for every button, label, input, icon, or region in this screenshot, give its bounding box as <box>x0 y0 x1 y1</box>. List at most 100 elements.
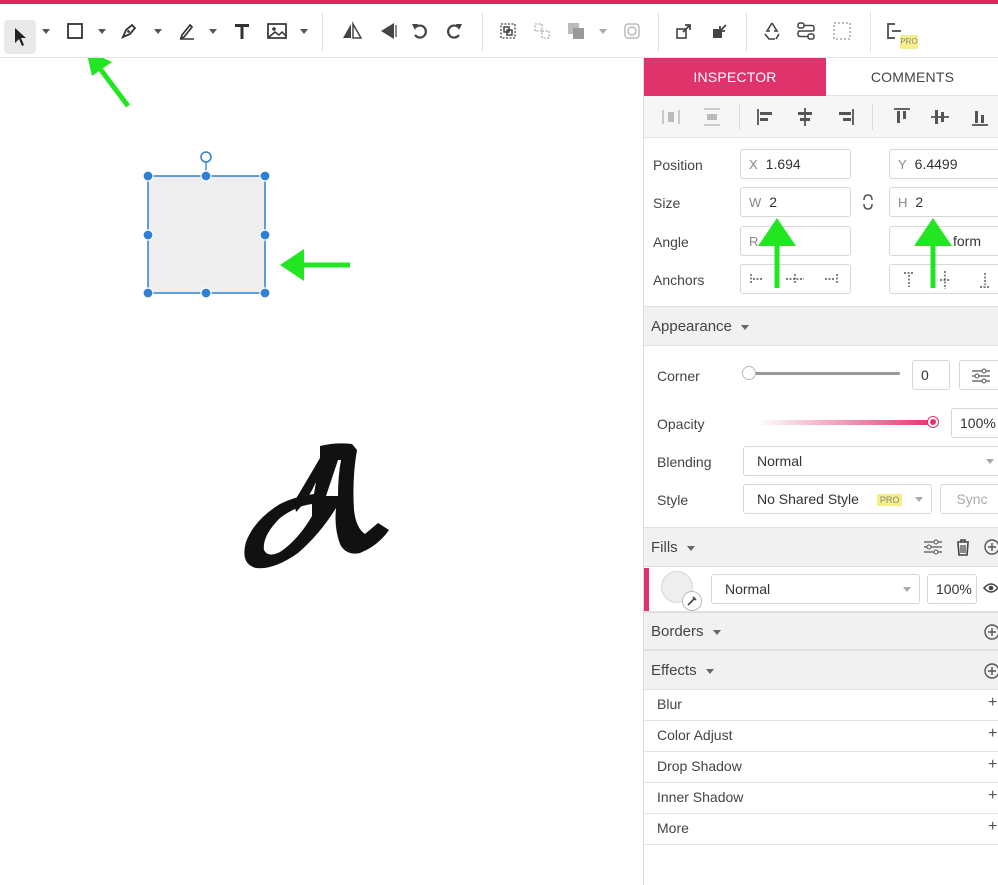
width-input[interactable]: W2 <box>740 187 851 217</box>
symbol-button[interactable] <box>758 4 786 58</box>
y-position-input[interactable]: Y 6.4499 <box>889 149 998 179</box>
annotation-arrow-width <box>758 218 796 288</box>
pro-feature-button[interactable] <box>880 4 908 58</box>
height-input[interactable]: H2 <box>889 187 998 217</box>
borders-title: Borders <box>651 623 704 640</box>
path-icon <box>797 22 815 40</box>
rotate-right-button[interactable] <box>440 4 468 58</box>
align-toolbar <box>644 96 998 138</box>
path-button[interactable] <box>792 4 820 58</box>
corner-input[interactable]: 0 <box>912 360 950 390</box>
pencil-tool-button[interactable] <box>172 4 202 58</box>
pen-tool-dropdown[interactable] <box>152 4 164 58</box>
pencil-tool-dropdown[interactable] <box>207 4 219 58</box>
align-middle-icon[interactable] <box>929 106 951 128</box>
trash-icon[interactable] <box>955 537 971 557</box>
add-effect-plus-icon[interactable]: + <box>988 725 997 743</box>
anchor-right-icon[interactable] <box>823 272 839 286</box>
caret-down-icon <box>300 28 308 34</box>
opacity-slider-track[interactable] <box>756 420 936 425</box>
group-button[interactable] <box>494 4 522 58</box>
add-fill-icon[interactable] <box>983 538 998 556</box>
design-canvas[interactable] <box>0 58 643 885</box>
export-button[interactable] <box>670 4 698 58</box>
x-position-input[interactable]: X 1.694 <box>740 149 851 179</box>
corner-label: Corner <box>657 368 700 384</box>
mask-button[interactable] <box>618 4 646 58</box>
cursor-arrow-icon <box>15 28 26 46</box>
blending-select[interactable]: Normal <box>743 446 998 476</box>
align-left-icon[interactable] <box>755 106 777 128</box>
opacity-slider-knob[interactable] <box>928 417 938 427</box>
eyedropper-button[interactable] <box>682 591 702 611</box>
shared-style-select[interactable]: No Shared Style PRO <box>743 484 932 514</box>
shape-tool-dropdown[interactable] <box>96 4 108 58</box>
image-tool-dropdown[interactable] <box>298 4 310 58</box>
ungroup-button[interactable] <box>528 4 556 58</box>
appearance-section-header[interactable]: Appearance <box>644 306 998 346</box>
add-effect-plus-icon[interactable]: + <box>988 787 997 805</box>
frame-button[interactable] <box>828 4 856 58</box>
fill-opacity-input[interactable]: 100% <box>927 574 977 604</box>
h-prefix: H <box>898 195 908 210</box>
effects-section-header[interactable]: Effects <box>644 650 998 690</box>
corner-settings-button[interactable] <box>959 360 998 390</box>
inspector-tabs: INSPECTOR COMMENTS <box>644 58 998 96</box>
selected-rectangle[interactable] <box>147 175 266 294</box>
tab-inspector[interactable]: INSPECTOR <box>644 58 826 96</box>
add-effect-plus-icon[interactable]: + <box>988 756 997 774</box>
flip-vertical-button[interactable] <box>374 4 402 58</box>
distribute-vertical-icon[interactable] <box>701 106 723 128</box>
select-tool-button[interactable] <box>4 20 36 54</box>
link-proportions-icon[interactable] <box>860 192 876 212</box>
style-pro-badge: PRO <box>876 494 903 507</box>
rectangle-tool-button[interactable] <box>60 4 90 58</box>
align-center-icon[interactable] <box>794 106 816 128</box>
select-tool-dropdown[interactable] <box>40 4 52 58</box>
distribute-horizontal-icon[interactable] <box>660 106 682 128</box>
borders-section-header[interactable]: Borders <box>644 612 998 650</box>
toolbar-divider <box>482 12 483 52</box>
effect-row-inner-shadow[interactable]: Inner Shadow + <box>644 783 998 814</box>
effect-row-color-adjust[interactable]: Color Adjust + <box>644 721 998 752</box>
effect-row-drop-shadow[interactable]: Drop Shadow + <box>644 752 998 783</box>
arrange-button[interactable] <box>562 4 590 58</box>
fill-settings-icon[interactable] <box>922 538 944 556</box>
pencil-icon <box>179 23 194 40</box>
fill-opacity-value: 100% <box>936 581 972 597</box>
flip-horizontal-button[interactable] <box>338 4 366 58</box>
pen-tool-button[interactable] <box>114 4 144 58</box>
align-top-icon[interactable] <box>891 106 913 128</box>
effect-name: More <box>657 820 689 836</box>
tab-comments[interactable]: COMMENTS <box>826 58 998 96</box>
rotate-left-button[interactable] <box>406 4 434 58</box>
add-border-icon[interactable] <box>983 623 998 641</box>
add-effect-plus-icon[interactable]: + <box>988 694 997 712</box>
anchor-bottom-icon[interactable] <box>978 271 992 289</box>
image-tool-button[interactable] <box>262 4 292 58</box>
rotation-handle[interactable] <box>200 151 212 163</box>
image-icon <box>267 23 287 39</box>
sync-button[interactable]: Sync <box>940 484 998 514</box>
opacity-input[interactable]: 100% <box>951 408 998 438</box>
fill-blend-select[interactable]: Normal <box>711 574 920 604</box>
effect-row-more[interactable]: More + <box>644 814 998 845</box>
corner-slider-track[interactable] <box>748 372 900 375</box>
effect-name: Drop Shadow <box>657 758 742 774</box>
fills-section-header[interactable]: Fills <box>644 527 998 567</box>
x-value: 1.694 <box>765 156 801 172</box>
caret-down-icon <box>154 28 162 34</box>
text-tool-button[interactable] <box>228 4 256 58</box>
align-bottom-icon[interactable] <box>969 106 991 128</box>
eye-icon[interactable] <box>983 582 998 594</box>
add-effect-plus-icon[interactable]: + <box>988 818 997 836</box>
arrange-dropdown[interactable] <box>597 4 609 58</box>
x-prefix: X <box>749 157 758 172</box>
script-letter-a[interactable] <box>244 443 389 569</box>
effect-row-blur[interactable]: Blur + <box>644 690 998 721</box>
corner-slider-knob[interactable] <box>742 366 756 380</box>
align-right-icon[interactable] <box>834 106 856 128</box>
align-divider <box>872 104 873 130</box>
add-effect-icon[interactable] <box>983 662 998 680</box>
import-button[interactable] <box>706 4 734 58</box>
